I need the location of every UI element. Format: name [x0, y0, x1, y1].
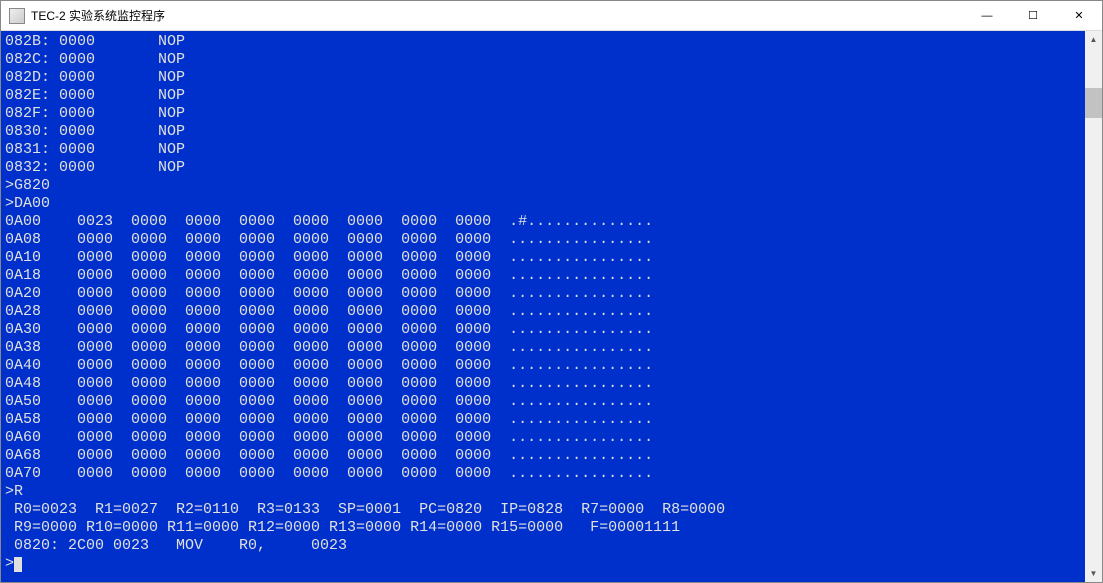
vertical-scrollbar[interactable]: ▲ ▼ [1085, 31, 1102, 582]
close-button[interactable]: ✕ [1056, 1, 1102, 30]
titlebar[interactable]: TEC-2 实验系统监控程序 — ☐ ✕ [1, 1, 1102, 31]
terminal-output[interactable]: 082B: 0000 NOP 082C: 0000 NOP 082D: 0000… [1, 31, 1085, 582]
scrollbar-track[interactable] [1085, 48, 1102, 565]
scroll-down-arrow[interactable]: ▼ [1085, 565, 1102, 582]
terminal-container: 082B: 0000 NOP 082C: 0000 NOP 082D: 0000… [1, 31, 1102, 582]
application-window: TEC-2 实验系统监控程序 — ☐ ✕ 082B: 0000 NOP 082C… [0, 0, 1103, 583]
window-controls: — ☐ ✕ [964, 1, 1102, 30]
minimize-button[interactable]: — [964, 1, 1010, 30]
maximize-button[interactable]: ☐ [1010, 1, 1056, 30]
window-title: TEC-2 实验系统监控程序 [31, 7, 964, 24]
terminal-cursor [14, 557, 22, 572]
app-icon [9, 8, 25, 24]
scrollbar-thumb[interactable] [1085, 88, 1102, 118]
scroll-up-arrow[interactable]: ▲ [1085, 31, 1102, 48]
